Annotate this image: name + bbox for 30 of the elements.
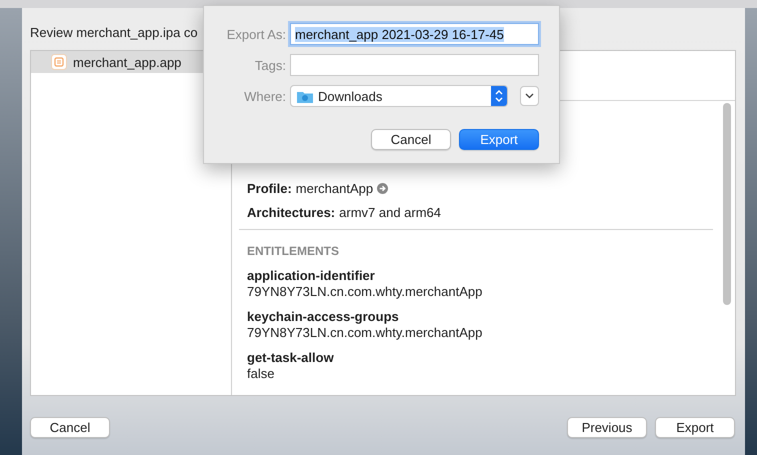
stepper-icon xyxy=(490,86,507,106)
app-icon xyxy=(51,54,67,70)
detail-label: Profile: xyxy=(247,181,292,196)
entitlement-key: keychain-access-groups xyxy=(247,309,399,324)
field-label: Export As: xyxy=(226,26,286,42)
previous-button[interactable]: Previous xyxy=(567,417,647,438)
detail-label: Architectures: xyxy=(247,205,336,220)
sheet-heading: Review merchant_app.ipa co xyxy=(30,25,198,41)
location-popup[interactable]: Downloads xyxy=(290,85,508,107)
entitlement-key: application-identifier xyxy=(247,268,375,283)
expand-button[interactable] xyxy=(520,86,539,106)
field-label: Where: xyxy=(243,88,286,104)
section-heading: ENTITLEMENTS xyxy=(247,244,340,258)
entitlement-value: 79YN8Y73LN.cn.com.whty.merchantApp xyxy=(247,284,484,300)
export-button[interactable]: Export xyxy=(459,129,539,150)
tags-field[interactable] xyxy=(290,54,539,76)
entitlement-key: get-task-allow xyxy=(247,350,334,365)
export-button[interactable]: Export xyxy=(655,417,735,438)
detail-value: merchantApp xyxy=(296,181,374,196)
entitlement-value: 79YN8Y73LN.cn.com.whty.merchantApp xyxy=(247,325,484,341)
field-label: Tags: xyxy=(254,58,286,72)
detail-value: armv7 and arm64 xyxy=(339,205,442,220)
cancel-button[interactable]: Cancel xyxy=(30,417,110,438)
folder-icon xyxy=(297,90,313,102)
scrollbar[interactable] xyxy=(723,103,731,305)
cancel-button[interactable]: Cancel xyxy=(371,129,451,150)
arrow-circle-icon[interactable] xyxy=(377,183,388,194)
file-name-field[interactable]: merchant_app 2021-03-29 16-17-45 xyxy=(290,23,539,45)
chevron-down-icon xyxy=(524,93,534,99)
entitlement-value: false xyxy=(247,366,276,382)
